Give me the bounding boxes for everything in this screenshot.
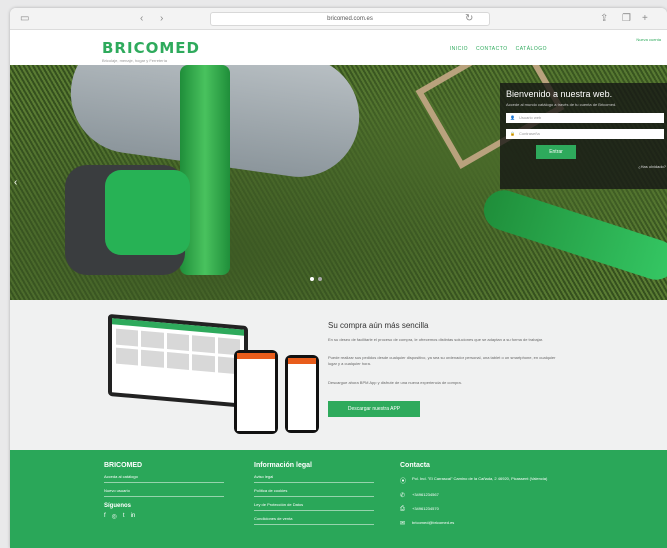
login-title: Bienvenido a nuestra web. [506,89,613,99]
sidebar-icon[interactable]: ▭ [20,13,29,25]
hero-image-timer-face [105,170,190,255]
share-icon[interactable]: ⇪ [600,13,608,25]
slider-dot[interactable] [318,277,322,281]
footer-heading: Información legal [254,462,312,469]
phone-image [285,355,319,433]
footer-link-terms[interactable]: Condiciones de venta [254,516,374,525]
user-icon: 👤 [510,115,515,120]
slider-prev-icon[interactable]: ‹ [14,177,17,188]
footer-col-contact: Contacta ⦿ Pol. Ind. "El Carrascal" Camin… [400,462,550,527]
laptop-image [108,313,248,409]
new-tab-icon[interactable]: + [642,13,648,25]
fax-icon: ⎙ [400,506,405,512]
site-tagline: Bricolaje, menaje, hogar y Ferretería [102,58,167,63]
reload-icon[interactable]: ↻ [465,13,473,25]
browser-toolbar: ▭ ‹ › bricomed.com.es ↻ ⇪ ❐ + [10,8,667,30]
contact-email[interactable]: bricomed@bricomed.es [412,520,454,525]
contact-address: Pol. Ind. "El Carrascal" Camino de la Ca… [412,476,548,481]
instagram-icon[interactable]: ◎ [112,513,117,520]
footer-heading: BRICOMED [104,462,143,469]
phone-icon: ✆ [400,493,406,499]
app-section-text: Descargue ahora BPM App y disfrute de un… [328,380,462,385]
contact-fax: +34961234570 [412,506,439,511]
nav-item-inicio[interactable]: INICIO [450,46,468,52]
password-field[interactable]: 🔒 Contraseña [506,129,664,139]
footer-link-cookies[interactable]: Política de cookies [254,488,374,497]
location-icon: ⦿ [400,479,407,485]
hero-banner: ‹ Bienvenido a nuestra web. Accede al mu… [10,65,667,300]
slider-dots [310,277,322,281]
phone-image [234,350,278,434]
main-nav: INICIO CONTACTO CATÁLOGO [450,46,547,52]
forgot-password-link[interactable]: ¿Has olvidado? [638,164,666,169]
footer-link-data-protection[interactable]: Ley de Protección de Datos [254,502,374,511]
email-icon: ✉ [400,521,406,527]
site-footer: BRICOMED Acceda al catálogo Nuevo usuari… [10,450,667,548]
back-icon[interactable]: ‹ [140,13,143,25]
download-app-button[interactable]: Descargar nuestra APP [328,401,420,417]
linkedin-icon[interactable]: in [131,513,136,520]
social-icons: f ◎ t in [104,513,224,520]
app-section-text: En su deseo de facilitarle el proceso de… [328,337,544,342]
username-field[interactable]: 👤 Usuario web [506,113,664,123]
facebook-icon[interactable]: f [104,513,106,520]
twitter-icon[interactable]: t [123,513,125,520]
footer-heading: Contacta [400,462,430,469]
contact-phone[interactable]: +34961234567 [412,492,439,497]
login-subtitle: Accede al mundo catálogo a través de tu … [506,102,617,107]
footer-follow-heading: Síguenos [104,503,132,509]
footer-link-new-user[interactable]: Nuevo usuario [104,488,224,497]
forward-icon[interactable]: › [160,13,163,25]
nav-item-catalogo[interactable]: CATÁLOGO [516,46,547,52]
browser-window: ▭ ‹ › bricomed.com.es ↻ ⇪ ❐ + BRICOMED B… [10,8,667,548]
app-promo-section: Su compra aún más sencilla En su deseo d… [10,300,667,450]
site-logo[interactable]: BRICOMED [102,39,200,57]
password-placeholder: Contraseña [518,131,540,136]
new-account-link[interactable]: Nueva cuenta [636,37,661,42]
slider-dot[interactable] [310,277,314,281]
footer-col-bricomed: BRICOMED Acceda al catálogo Nuevo usuari… [104,462,224,520]
app-section-text: Puede realizar sus pedidos desde cualqui… [328,355,556,366]
login-panel: Bienvenido a nuestra web. Accede al mund… [500,83,667,189]
lock-icon: 🔒 [510,131,515,136]
footer-link-catalog[interactable]: Acceda al catálogo [104,474,224,483]
footer-link-legal[interactable]: Aviso legal [254,474,374,483]
login-button[interactable]: Entrar [536,145,576,159]
tabs-icon[interactable]: ❐ [622,13,631,25]
app-section-title: Su compra aún más sencilla [328,321,429,330]
hero-image-nozzle [478,185,667,285]
nav-item-contacto[interactable]: CONTACTO [476,46,508,52]
address-bar[interactable]: bricomed.com.es [210,12,490,26]
footer-col-legal: Información legal Aviso legal Política d… [254,462,374,525]
username-placeholder: Usuario web [518,115,542,120]
